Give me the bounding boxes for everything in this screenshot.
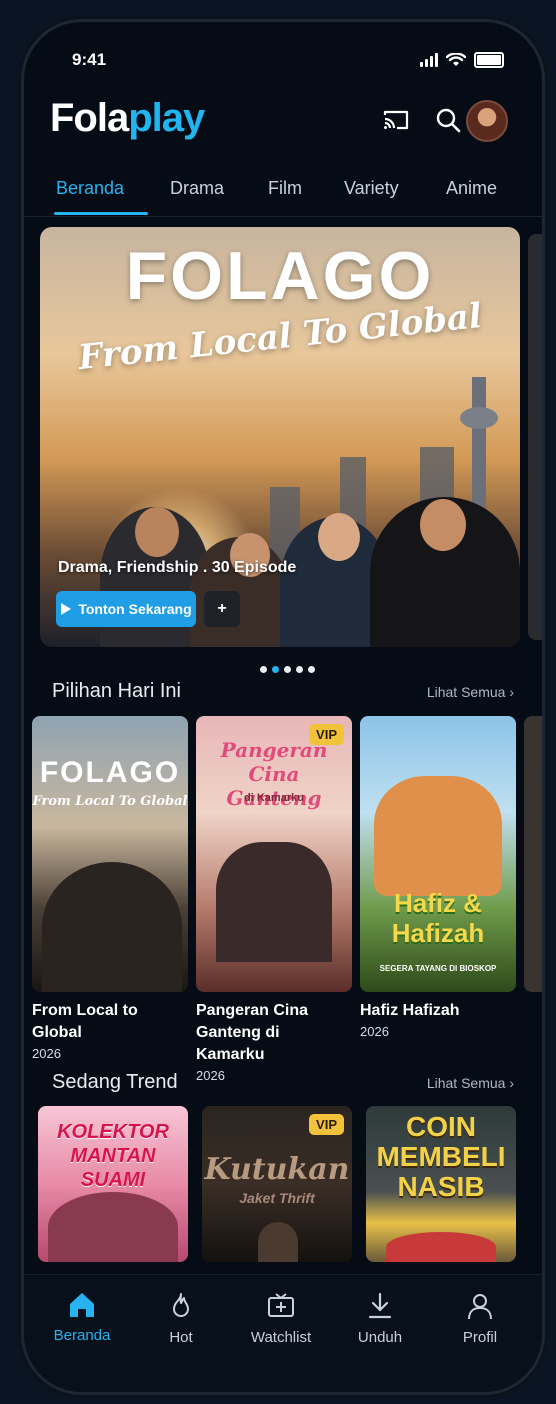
- nav-label: Watchlist: [250, 1329, 312, 1346]
- poster-cast: [374, 776, 502, 896]
- poster-subtitle: From Local To Global: [32, 794, 188, 809]
- card-year: 2026: [360, 1024, 389, 1039]
- poster-cast: [386, 1232, 496, 1262]
- tab-anime[interactable]: Anime: [446, 178, 497, 199]
- chevron-right-icon: ›: [509, 1075, 514, 1091]
- tab-variety[interactable]: Variety: [344, 178, 399, 199]
- card-kutukan[interactable]: Kutukan Jaket Thrift VIP: [202, 1106, 352, 1262]
- profile-icon: [468, 1294, 492, 1320]
- watch-now-label: Tonton Sekarang: [78, 601, 192, 617]
- poster: Pangeran Cina Ganteng di Kamarku VIP: [196, 716, 352, 992]
- carousel-dots: [260, 666, 315, 673]
- tab-beranda[interactable]: Beranda: [56, 178, 124, 199]
- battery-icon: [474, 52, 504, 68]
- nav-profil[interactable]: Profil: [440, 1291, 520, 1346]
- card-title: From Local to Global: [32, 1002, 138, 1041]
- see-all-label: Lihat Semua: [426, 1075, 506, 1091]
- carousel-dot[interactable]: [284, 666, 291, 673]
- nav-unduh[interactable]: Unduh: [340, 1291, 420, 1346]
- face: [135, 507, 179, 557]
- logo-part1: Fola: [50, 96, 129, 140]
- poster-title: Hafiz & Hafizah: [391, 888, 485, 948]
- poster-subtitle: Jaket Thrift: [239, 1190, 315, 1206]
- poster-cast: [216, 842, 332, 962]
- card-coin-membeli-nasib[interactable]: COIN MEMBELI NASIB: [366, 1106, 516, 1262]
- nav-watchlist[interactable]: Watchlist: [241, 1291, 321, 1346]
- nav-label: Hot: [169, 1329, 193, 1346]
- watchlist-icon: [268, 1293, 294, 1317]
- watch-now-button[interactable]: Tonton Sekarang: [56, 591, 196, 627]
- poster-title: FOLAGO: [39, 756, 181, 789]
- nav-beranda[interactable]: Beranda: [42, 1291, 122, 1344]
- card-year: 2026: [196, 1068, 225, 1083]
- poster: FOLAGO From Local To Global: [32, 716, 188, 992]
- next-banner-peek[interactable]: [528, 234, 542, 640]
- poster-title: COIN MEMBELI NASIB: [376, 1111, 506, 1202]
- nav-label: Profil: [462, 1329, 498, 1346]
- carousel-dot-active[interactable]: [272, 666, 279, 673]
- bottom-navigation: Beranda Hot Watchlist Unduh Profil: [24, 1274, 542, 1392]
- section-title-today: Pilihan Hari Ini: [52, 680, 181, 702]
- avatar[interactable]: [466, 100, 508, 142]
- next-card-peek[interactable]: [524, 716, 542, 992]
- carousel-dot[interactable]: [296, 666, 303, 673]
- status-bar: 9:41: [24, 48, 542, 74]
- card-year: 2026: [32, 1046, 61, 1061]
- status-icons: [420, 52, 504, 68]
- see-all-today[interactable]: Lihat Semua ›: [427, 684, 514, 700]
- download-icon: [368, 1292, 392, 1319]
- carousel-dot[interactable]: [260, 666, 267, 673]
- card-hafiz-hafizah[interactable]: Hafiz & Hafizah SEGERA TAYANG DI BIOSKOP…: [360, 716, 516, 1039]
- phone-frame: 9:41 Folaplay Beranda Drama Film Variety…: [24, 22, 542, 1392]
- card-from-local-to-global[interactable]: FOLAGO From Local To Global From Local t…: [32, 716, 188, 1061]
- add-watchlist-button[interactable]: +: [204, 591, 240, 627]
- nav-label: Beranda: [53, 1327, 111, 1344]
- home-icon: [70, 1293, 94, 1317]
- poster-title: Kutukan: [204, 1152, 350, 1187]
- face: [318, 513, 360, 561]
- logo-part2: play: [128, 96, 205, 140]
- cast-icon[interactable]: [380, 104, 412, 136]
- poster-title: KOLEKTOR MANTAN SUAMI: [57, 1121, 169, 1191]
- poster-cast: [258, 1222, 298, 1262]
- carousel-dot[interactable]: [308, 666, 315, 673]
- vip-badge: VIP: [309, 724, 344, 745]
- face: [420, 499, 466, 551]
- poster-cast: [42, 862, 182, 992]
- card-title: Pangeran Cina Ganteng di Kamarku: [196, 1002, 309, 1063]
- wifi-icon: [446, 53, 466, 66]
- section-title-trending: Sedang Trend: [52, 1071, 178, 1093]
- poster-subtitle: SEGERA TAYANG DI BIOSKOP: [379, 964, 497, 973]
- chevron-right-icon: ›: [509, 684, 514, 700]
- nav-label: Unduh: [357, 1329, 403, 1346]
- poster-subtitle: di Kamarku: [244, 792, 304, 804]
- hero-genre: Drama, Friendship . 30 Episode: [58, 559, 297, 576]
- tab-film[interactable]: Film: [268, 178, 302, 199]
- card-kolektor-mantan-suami[interactable]: KOLEKTOR MANTAN SUAMI: [38, 1106, 188, 1262]
- app-logo[interactable]: Folaplay: [50, 96, 205, 141]
- poster: Hafiz & Hafizah SEGERA TAYANG DI BIOSKOP: [360, 716, 516, 992]
- signal-icon: [420, 53, 438, 67]
- status-time: 9:41: [72, 50, 107, 69]
- app-header: Folaplay: [24, 96, 542, 144]
- see-all-trending[interactable]: Lihat Semua ›: [427, 1075, 514, 1091]
- category-tabs: Beranda Drama Film Variety Anime: [24, 172, 542, 217]
- card-pangeran-cina[interactable]: Pangeran Cina Ganteng di Kamarku VIP Pan…: [196, 716, 352, 1083]
- play-icon: [61, 603, 72, 615]
- active-tab-indicator: [54, 212, 148, 215]
- card-title: Hafiz Hafizah: [360, 1002, 460, 1019]
- nav-hot[interactable]: Hot: [141, 1291, 221, 1346]
- hero-banner[interactable]: FOLAGO From Local To Global Drama, Frien…: [40, 227, 520, 647]
- tab-drama[interactable]: Drama: [170, 178, 224, 199]
- vip-badge: VIP: [309, 1114, 344, 1135]
- search-icon[interactable]: [432, 104, 464, 136]
- poster-cast: [48, 1192, 178, 1262]
- see-all-label: Lihat Semua: [426, 684, 506, 700]
- fire-icon: [173, 1293, 189, 1317]
